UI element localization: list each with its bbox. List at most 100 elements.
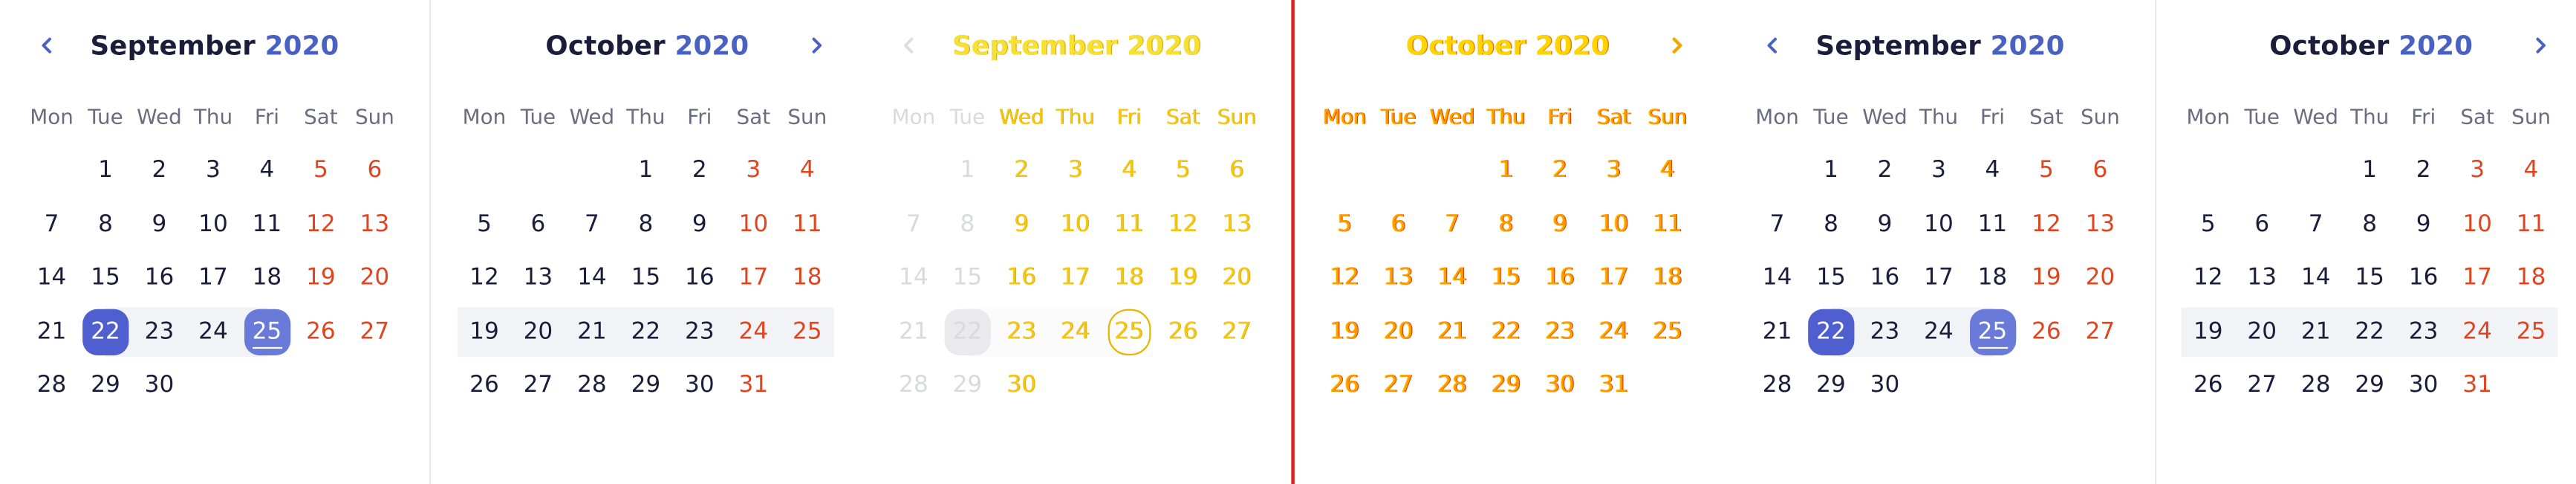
day-cell[interactable]: 12 — [458, 253, 511, 303]
day-cell[interactable]: 31 — [1587, 361, 1640, 410]
day-cell[interactable]: 17 — [2450, 253, 2504, 303]
day-cell[interactable]: 27 — [1210, 307, 1263, 357]
day-cell[interactable]: 22 — [1479, 307, 1532, 357]
day-cell[interactable]: 8 — [2343, 200, 2396, 250]
day-cell[interactable]: 15 — [1804, 253, 1858, 303]
day-cell[interactable]: 1 — [619, 146, 672, 196]
day-cell[interactable]: 3 — [726, 146, 780, 196]
day-cell[interactable]: 9 — [1533, 200, 1587, 250]
day-cell[interactable]: 26 — [2182, 361, 2235, 410]
day-cell[interactable]: 26 — [2020, 307, 2073, 357]
day-cell[interactable]: 21 — [565, 307, 619, 357]
day-cell[interactable]: 8 — [619, 200, 672, 250]
day-cell[interactable]: 23 — [132, 307, 186, 357]
day-cell[interactable]: 2 — [673, 146, 726, 196]
day-cell[interactable]: 6 — [348, 146, 401, 196]
day-cell[interactable]: 5 — [2020, 146, 2073, 196]
day-cell[interactable]: 13 — [348, 200, 401, 250]
day-cell[interactable]: 19 — [1318, 307, 1371, 357]
day-cell[interactable]: 2 — [132, 146, 186, 196]
day-cell[interactable]: 30 — [673, 361, 726, 410]
day-cell[interactable]: 17 — [1048, 253, 1102, 303]
day-cell[interactable]: 3 — [1587, 146, 1640, 196]
day-cell[interactable]: 11 — [1965, 200, 2019, 250]
day-cell[interactable]: 12 — [2020, 200, 2073, 250]
day-cell[interactable]: 4 — [1641, 146, 1694, 196]
day-cell[interactable]: 4 — [240, 146, 293, 196]
day-cell[interactable]: 26 — [458, 361, 511, 410]
day-cell[interactable]: 9 — [995, 200, 1048, 250]
day-cell[interactable]: 4 — [1965, 146, 2019, 196]
day-cell[interactable]: 30 — [1533, 361, 1587, 410]
day-cell[interactable]: 28 — [25, 361, 78, 410]
day-cell[interactable]: 10 — [1048, 200, 1102, 250]
day-cell[interactable]: 14 — [887, 253, 940, 303]
day-cell[interactable]: 7 — [25, 200, 78, 250]
day-cell[interactable]: 17 — [1912, 253, 1965, 303]
day-cell[interactable]: 26 — [1156, 307, 1209, 357]
day-cell[interactable]: 1 — [1479, 146, 1532, 196]
day-cell[interactable]: 18 — [1641, 253, 1694, 303]
day-cell[interactable]: 3 — [2450, 146, 2504, 196]
day-cell[interactable]: 23 — [995, 307, 1048, 357]
day-cell[interactable]: 14 — [1425, 253, 1479, 303]
day-cell[interactable]: 15 — [619, 253, 672, 303]
day-cell[interactable]: 22 — [940, 307, 994, 357]
day-cell[interactable]: 22 — [1804, 307, 1858, 357]
day-cell[interactable]: 7 — [1425, 200, 1479, 250]
day-cell[interactable]: 31 — [2450, 361, 2504, 410]
day-cell[interactable]: 10 — [2450, 200, 2504, 250]
day-cell[interactable]: 1 — [79, 146, 132, 196]
day-cell[interactable]: 14 — [565, 253, 619, 303]
day-cell[interactable]: 26 — [294, 307, 348, 357]
day-cell[interactable]: 27 — [2235, 361, 2289, 410]
day-cell[interactable]: 13 — [2235, 253, 2289, 303]
day-cell[interactable]: 2 — [995, 146, 1048, 196]
day-cell[interactable]: 12 — [294, 200, 348, 250]
day-cell[interactable]: 6 — [2235, 200, 2289, 250]
day-cell[interactable]: 9 — [2396, 200, 2450, 250]
day-cell[interactable]: 13 — [511, 253, 565, 303]
day-cell[interactable]: 29 — [1804, 361, 1858, 410]
day-cell[interactable]: 16 — [1533, 253, 1587, 303]
day-cell[interactable]: 3 — [186, 146, 240, 196]
day-cell[interactable]: 15 — [940, 253, 994, 303]
day-cell[interactable]: 12 — [1318, 253, 1371, 303]
day-cell[interactable]: 8 — [940, 200, 994, 250]
day-cell[interactable]: 15 — [79, 253, 132, 303]
day-cell[interactable]: 3 — [1912, 146, 1965, 196]
day-cell[interactable]: 14 — [25, 253, 78, 303]
day-cell[interactable]: 20 — [2235, 307, 2289, 357]
day-cell[interactable]: 11 — [1102, 200, 1156, 250]
day-cell[interactable]: 23 — [1858, 307, 1911, 357]
day-cell[interactable]: 24 — [1587, 307, 1640, 357]
day-cell[interactable]: 1 — [1804, 146, 1858, 196]
day-cell[interactable]: 21 — [1425, 307, 1479, 357]
day-cell[interactable]: 15 — [2343, 253, 2396, 303]
day-cell[interactable]: 10 — [1912, 200, 1965, 250]
next-month-button[interactable] — [1661, 30, 1691, 59]
day-cell[interactable]: 9 — [1858, 200, 1911, 250]
day-cell[interactable]: 22 — [619, 307, 672, 357]
day-cell[interactable]: 21 — [1750, 307, 1803, 357]
day-cell[interactable]: 10 — [726, 200, 780, 250]
day-cell[interactable]: 25 — [240, 307, 293, 357]
day-cell[interactable]: 11 — [1641, 200, 1694, 250]
day-cell[interactable]: 11 — [2504, 200, 2557, 250]
day-cell[interactable]: 14 — [1750, 253, 1803, 303]
day-cell[interactable]: 28 — [887, 361, 940, 410]
day-cell[interactable]: 6 — [1210, 146, 1263, 196]
day-cell[interactable]: 11 — [240, 200, 293, 250]
day-cell[interactable]: 20 — [1210, 253, 1263, 303]
day-cell[interactable]: 23 — [673, 307, 726, 357]
day-cell[interactable]: 5 — [294, 146, 348, 196]
day-cell[interactable]: 21 — [2289, 307, 2342, 357]
day-cell[interactable]: 4 — [781, 146, 834, 196]
day-cell[interactable]: 24 — [1912, 307, 1965, 357]
day-cell[interactable]: 6 — [511, 200, 565, 250]
day-cell[interactable]: 29 — [940, 361, 994, 410]
day-cell[interactable]: 27 — [1371, 361, 1425, 410]
day-cell[interactable]: 30 — [1858, 361, 1911, 410]
day-cell[interactable]: 16 — [132, 253, 186, 303]
day-cell[interactable]: 22 — [2343, 307, 2396, 357]
